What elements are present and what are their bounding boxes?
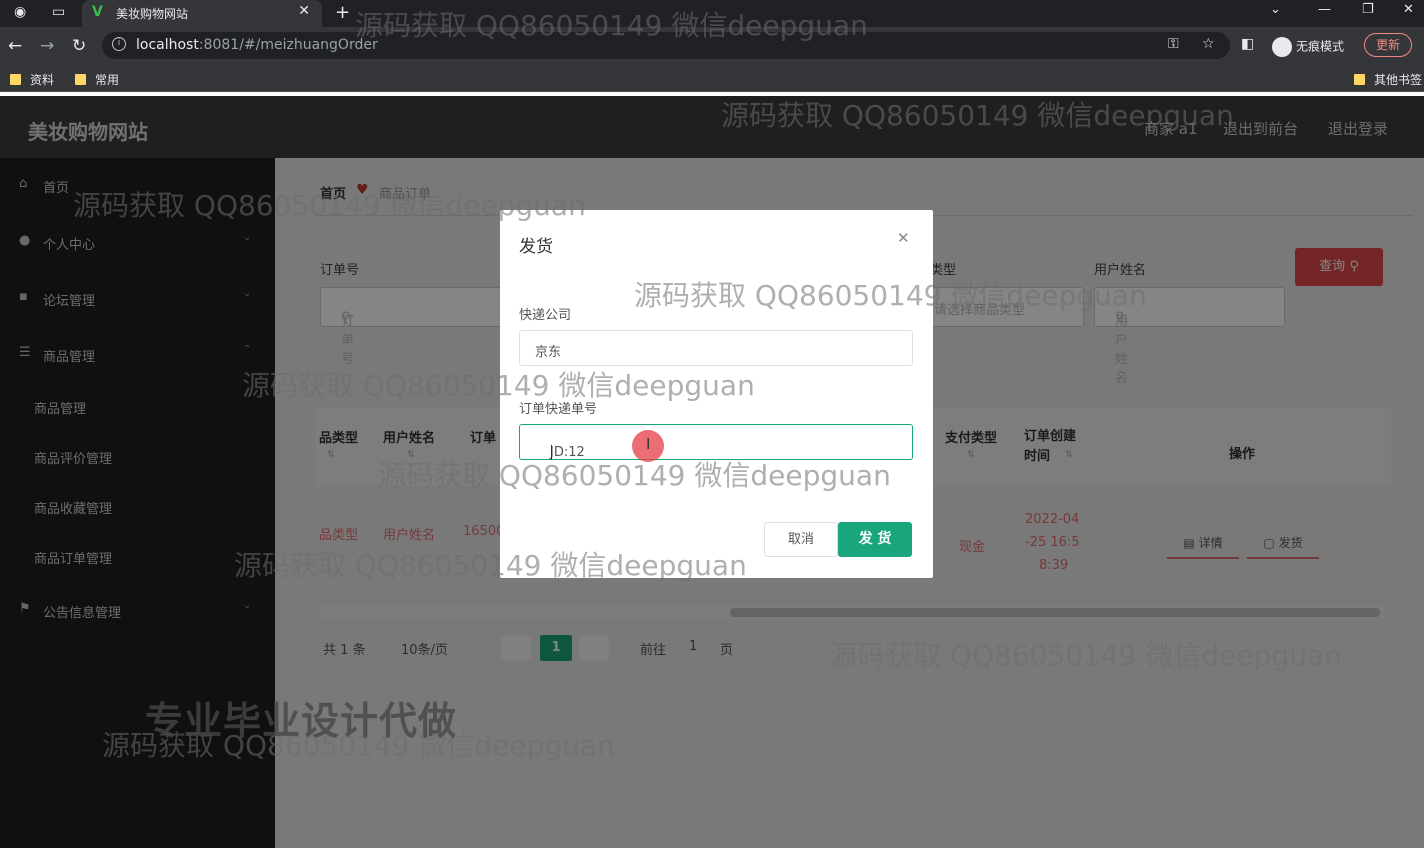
watermark-large: 专业毕业设计代做 xyxy=(145,699,458,743)
new-tab-icon[interactable]: + xyxy=(335,2,350,23)
bookmark-folder-changyong[interactable]: 常用 xyxy=(75,71,119,88)
back-icon[interactable]: ← xyxy=(8,36,22,56)
cancel-button[interactable]: 取消 xyxy=(764,522,838,557)
key-icon[interactable]: ⚿ xyxy=(1168,36,1179,52)
bookmarks-bar: 资料 常用 其他书签 xyxy=(0,64,1424,92)
tracking-input[interactable]: JD:12 xyxy=(519,424,913,460)
forward-icon[interactable]: → xyxy=(40,36,54,56)
tab-list-chevron-icon[interactable]: ⌄ xyxy=(1270,2,1281,17)
minimize-icon[interactable]: — xyxy=(1318,2,1331,17)
dialog-title: 发货 xyxy=(519,237,553,257)
incognito-avatar-icon xyxy=(1272,37,1292,57)
courier-label: 快递公司 xyxy=(519,308,572,323)
bookmark-star-icon[interactable]: ☆ xyxy=(1202,36,1215,52)
other-bookmarks[interactable]: 其他书签 xyxy=(1354,71,1422,88)
close-tab-icon[interactable]: ✕ xyxy=(298,3,310,19)
ship-dialog: 发货 ✕ 快递公司 京东 订单快递单号 JD:12 I 取消 发 货 xyxy=(500,210,933,578)
bookmark-folder-ziliao[interactable]: 资料 xyxy=(10,71,54,88)
window-close-icon[interactable]: ✕ xyxy=(1403,2,1414,17)
confirm-ship-button[interactable]: 发 货 xyxy=(838,522,912,557)
folder-icon xyxy=(75,74,86,85)
tab-search-icon[interactable]: ▭ xyxy=(52,4,65,20)
browser-tab-bar: ◉ ▭ V 美妆购物网站 ✕ + ⌄ — ❐ ✕ xyxy=(0,0,1424,27)
tracking-label: 订单快递单号 xyxy=(519,402,598,417)
side-panel-icon[interactable]: ◧ xyxy=(1241,36,1254,52)
reload-icon[interactable]: ↻ xyxy=(72,36,86,56)
text-cursor-icon: I xyxy=(646,435,651,453)
maximize-icon[interactable]: ❐ xyxy=(1362,2,1374,17)
browser-tab-active[interactable]: V 美妆购物网站 ✕ xyxy=(82,0,322,27)
courier-input[interactable]: 京东 xyxy=(519,330,913,366)
vue-favicon-icon: V xyxy=(92,4,103,20)
folder-icon xyxy=(1354,74,1365,85)
address-bar[interactable]: i localhost:8081/#/meizhuangOrder ⚿ ☆ xyxy=(102,32,1230,59)
update-button[interactable]: 更新 xyxy=(1364,33,1412,57)
url-text: localhost:8081/#/meizhuangOrder xyxy=(136,37,378,53)
site-info-icon[interactable]: i xyxy=(112,37,126,51)
browser-globe-icon[interactable]: ◉ xyxy=(14,4,26,20)
folder-icon xyxy=(10,74,21,85)
tab-title: 美妆购物网站 xyxy=(116,7,189,21)
close-icon[interactable]: ✕ xyxy=(897,229,910,247)
browser-toolbar: ← → ↻ i localhost:8081/#/meizhuangOrder … xyxy=(0,27,1424,64)
incognito-indicator[interactable]: 无痕模式 xyxy=(1272,37,1344,57)
